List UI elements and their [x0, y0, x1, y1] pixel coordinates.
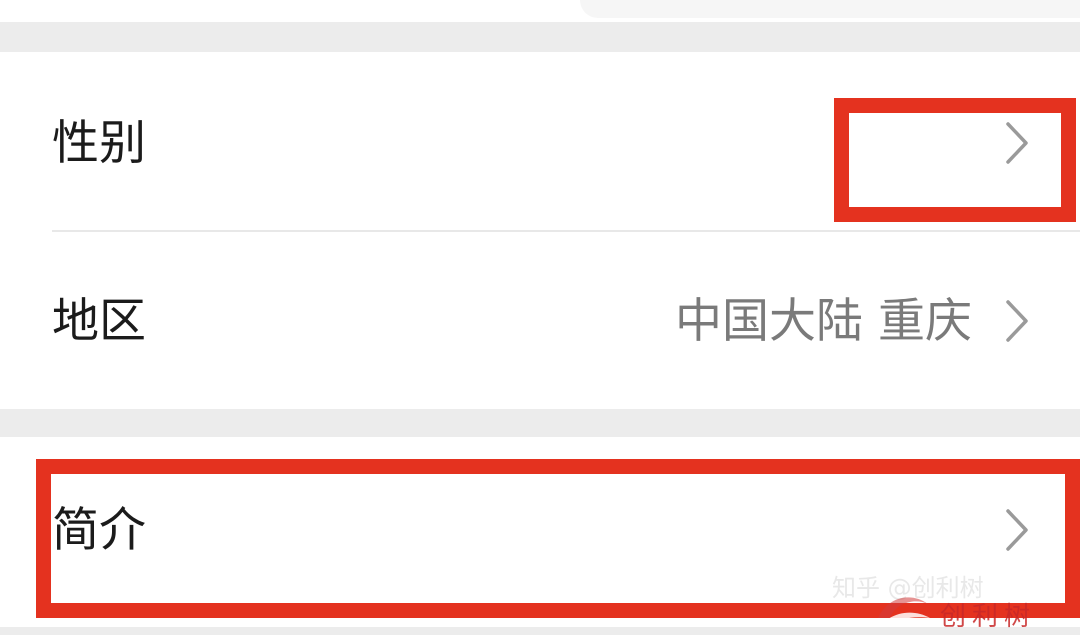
top-blur — [580, 0, 1080, 18]
watermark: 知乎 @创利树 创利树 — [832, 568, 1072, 632]
swirl-logo-icon — [878, 597, 930, 626]
row-value-region: 中国大陆 重庆 — [675, 294, 972, 349]
settings-row-region[interactable]: 地区 中国大陆 重庆 — [0, 232, 1080, 409]
row-label-gender: 性别 — [52, 116, 146, 171]
row-label-region: 地区 — [52, 294, 146, 349]
watermark-brand: 创利树 — [940, 602, 1037, 632]
chevron-right-icon — [1006, 300, 1028, 342]
highlight-box-gender-value — [834, 98, 1076, 222]
